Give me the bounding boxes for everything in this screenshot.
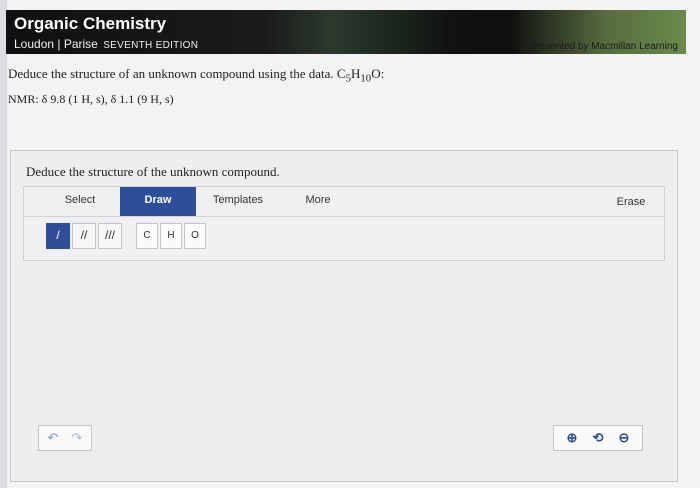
zoom-out-icon[interactable]: ⊖ xyxy=(612,426,636,450)
double-bond-tool[interactable]: // xyxy=(72,223,96,249)
toolbar-tabs: Select Draw Templates More Erase xyxy=(24,187,664,217)
formula-h: H xyxy=(350,66,361,81)
zoom-controls: ⊕ ⟲ ⊖ xyxy=(553,425,643,451)
zoom-in-icon[interactable]: ⊕ xyxy=(560,426,584,450)
reset-zoom-icon[interactable]: ⟲ xyxy=(586,426,610,450)
atom-c-button[interactable]: C xyxy=(136,223,158,249)
nmr-data: NMR: δ 9.8 (1 H, s), δ 1.1 (9 H, s) xyxy=(8,92,174,106)
tab-draw[interactable]: Draw xyxy=(120,187,196,216)
undo-icon[interactable]: ↶ xyxy=(41,426,65,450)
tab-templates[interactable]: Templates xyxy=(200,187,276,216)
formula-h-count: 10 xyxy=(360,72,372,85)
structure-editor-panel: Deduce the structure of the unknown comp… xyxy=(10,150,678,482)
history-controls: ↶ ↷ xyxy=(38,425,92,451)
editor-prompt: Deduce the structure of the unknown comp… xyxy=(26,164,280,179)
triple-bond-tool[interactable]: /// xyxy=(98,223,122,249)
question-sentence: Deduce the structure of an unknown compo… xyxy=(8,66,334,81)
book-subtitle: Loudon | Parise SEVENTH EDITION xyxy=(14,37,198,51)
atom-h-button[interactable]: H xyxy=(160,223,182,249)
left-edge-bar xyxy=(0,0,7,488)
formula-c: C xyxy=(336,66,346,81)
molecular-formula: C5H10O: xyxy=(336,66,385,85)
book-authors: Loudon | Parise xyxy=(14,37,98,51)
erase-button[interactable]: Erase xyxy=(606,189,656,218)
single-bond-tool[interactable]: / xyxy=(46,223,70,249)
header-banner: Organic Chemistry Loudon | Parise SEVENT… xyxy=(6,10,686,54)
tab-more[interactable]: More xyxy=(280,187,356,216)
publisher-credit: presented by Macmillan Learning xyxy=(530,41,678,52)
atom-o-button[interactable]: O xyxy=(184,223,206,249)
question-text: Deduce the structure of an unknown compo… xyxy=(8,66,384,85)
redo-icon[interactable]: ↷ xyxy=(65,426,89,450)
formula-o: O: xyxy=(371,66,385,81)
book-edition: SEVENTH EDITION xyxy=(103,40,199,51)
tab-select[interactable]: Select xyxy=(42,187,118,216)
editor-toolbar: Select Draw Templates More Erase / // //… xyxy=(23,186,665,261)
book-title: Organic Chemistry xyxy=(14,14,167,33)
